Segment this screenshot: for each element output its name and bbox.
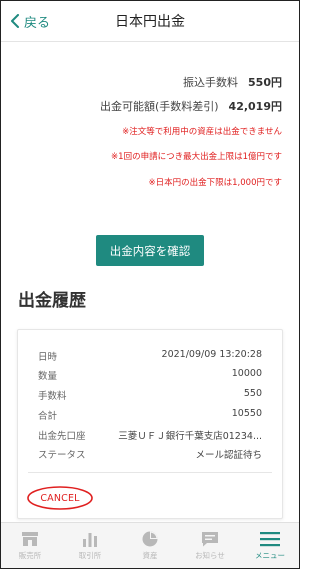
nav-label: お知らせ [195, 551, 225, 560]
bottom-nav: 販売所 取引所 資産 お知らせ メニュー [0, 522, 300, 569]
fee-row: 振込手数料 550円 [183, 74, 282, 90]
record-value: 10000 [231, 368, 262, 379]
record-label: 日時 [38, 352, 58, 363]
cancel-button[interactable]: CANCEL [26, 485, 94, 511]
note-in-use: ※注文等で利用中の資産は出金できません [122, 127, 282, 137]
nav-item-menu[interactable]: メニュー [240, 523, 300, 569]
record-label: 手数料 [38, 391, 67, 402]
cancel-label: CANCEL [40, 492, 80, 504]
message-icon [202, 532, 218, 547]
nav-item-exchange[interactable]: 取引所 [60, 523, 120, 569]
record-label: 数量 [38, 371, 58, 382]
record-row-fee: 手数料 550 [38, 388, 262, 402]
record-label: 出金先口座 [38, 431, 86, 442]
shop-icon [22, 532, 38, 546]
pie-chart-icon [142, 531, 158, 547]
available-value: 42,019円 [228, 100, 282, 113]
menu-icon [260, 532, 280, 547]
nav-item-news[interactable]: お知らせ [180, 523, 240, 569]
record-row-quantity: 数量 10000 [38, 368, 262, 382]
header-bar: 戻る 日本円出金 [0, 0, 300, 42]
fee-value: 550円 [248, 76, 282, 89]
record-row-total: 合計 10550 [38, 408, 262, 422]
record-label: ステータス [38, 450, 86, 461]
record-value: 10550 [231, 408, 262, 419]
available-label: 出金可能額(手数料差引) [99, 100, 219, 113]
nav-label: 取引所 [78, 551, 102, 560]
record-row-status: ステータス メール認証待ち [38, 447, 262, 461]
record-value: 550 [243, 388, 262, 399]
nav-label: 販売所 [18, 551, 42, 560]
fee-label: 振込手数料 [183, 76, 239, 89]
available-row: 出金可能額(手数料差引) 42,019円 [100, 98, 282, 114]
nav-item-assets[interactable]: 資産 [120, 523, 180, 569]
nav-label: 資産 [142, 551, 158, 560]
card-divider [28, 472, 272, 473]
record-label: 合計 [38, 411, 58, 422]
nav-label: メニュー [255, 551, 285, 560]
record-value: 三菱ＵＦＪ銀行千葉支店01234... [118, 431, 262, 442]
note-min-limit: ※日本円の出金下限は1,000円です [148, 178, 282, 188]
record-row-datetime: 日時 2021/09/09 13:20:28 [38, 349, 262, 363]
record-value: 2021/09/09 13:20:28 [161, 349, 262, 360]
page-title: 日本円出金 [115, 14, 185, 30]
history-title: 出金履歴 [18, 291, 86, 311]
bar-chart-icon [83, 533, 97, 547]
confirm-withdraw-button[interactable]: 出金内容を確認 [96, 235, 204, 266]
record-value: メール認証待ち [195, 450, 262, 461]
nav-item-shop[interactable]: 販売所 [0, 523, 60, 569]
note-max-limit: ※1回の申請につき最大出金上限は1億円です [111, 152, 282, 162]
history-card: 日時 2021/09/09 13:20:28 数量 10000 手数料 550 … [17, 329, 283, 519]
record-row-account: 出金先口座 三菱ＵＦＪ銀行千葉支店01234... [38, 428, 262, 442]
